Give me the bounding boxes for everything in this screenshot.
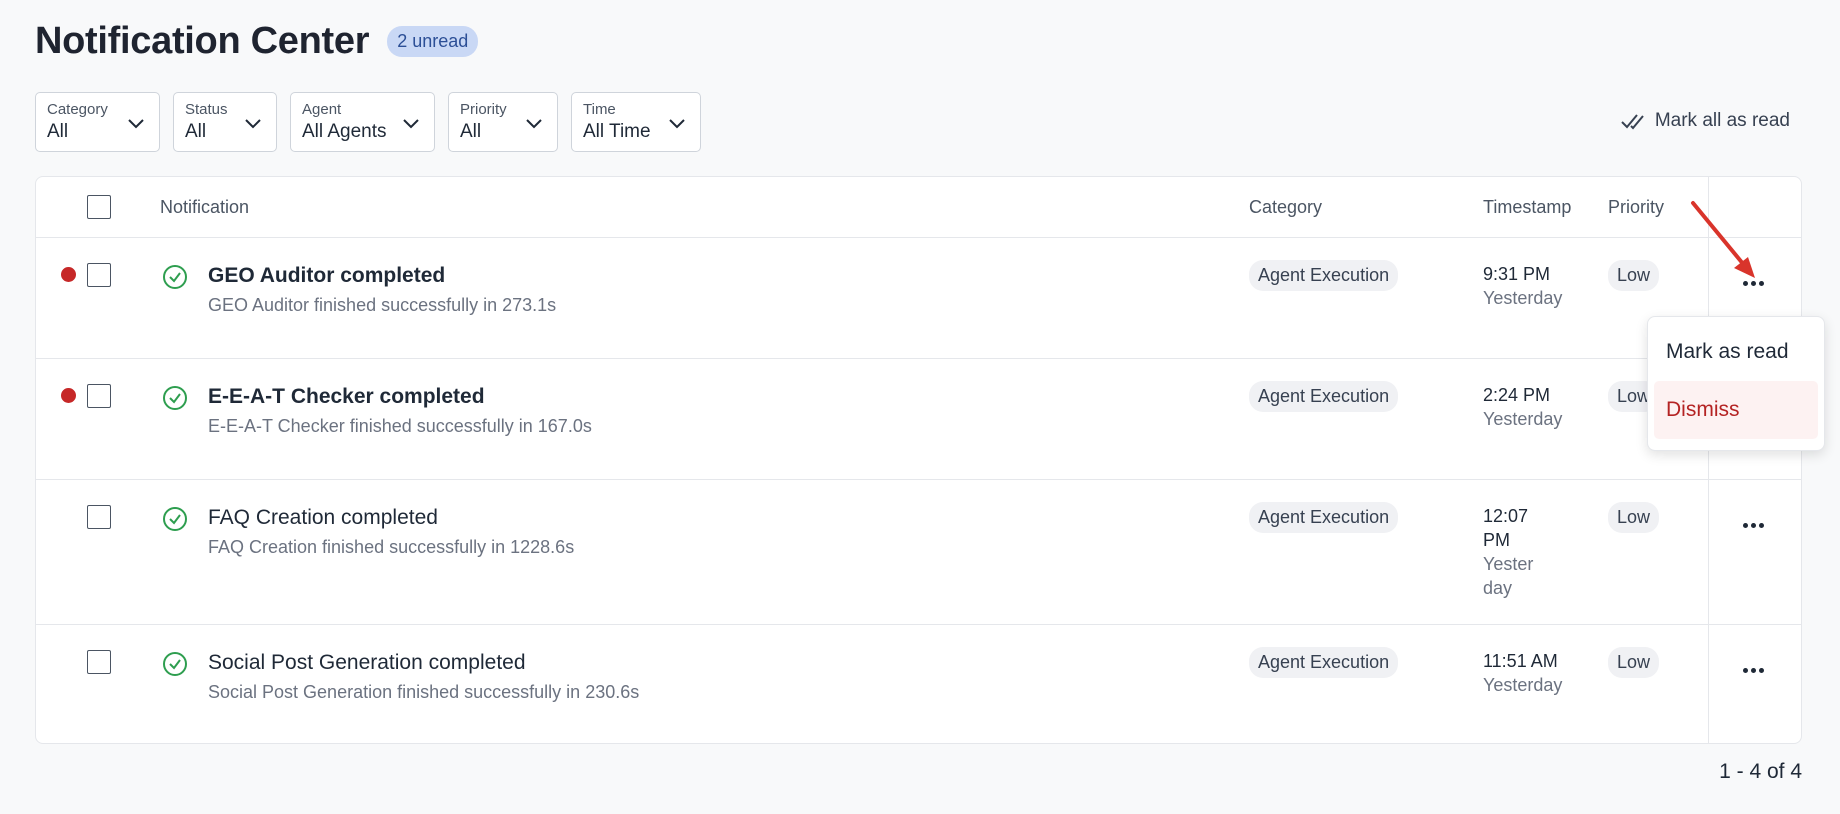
notifications-table: Notification Category Timestamp Priority… <box>35 176 1802 744</box>
timestamp-day: Yesterday <box>1483 554 1534 598</box>
row-actions-menu: Mark as read Dismiss <box>1647 316 1825 451</box>
page-header: Notification Center 2 unread <box>35 20 479 63</box>
table-row[interactable]: E-E-A-T Checker completed E-E-A-T Checke… <box>36 359 1801 480</box>
unread-indicator <box>61 388 76 403</box>
mark-as-read-menu-item[interactable]: Mark as read <box>1654 323 1818 381</box>
row-checkbox[interactable] <box>87 505 111 529</box>
mark-all-read-button[interactable]: Mark all as read <box>1621 110 1790 132</box>
chevron-down-icon <box>669 119 685 129</box>
check-circle-icon <box>163 265 187 289</box>
check-circle-icon <box>163 652 187 676</box>
row-checkbox[interactable] <box>87 263 111 287</box>
priority-badge: Low <box>1608 502 1660 533</box>
notification-subtitle: Social Post Generation finished successf… <box>208 682 640 702</box>
status-filter[interactable]: Status All <box>173 92 277 152</box>
chevron-down-icon <box>128 119 144 129</box>
column-header-priority: Priority <box>1608 197 1665 217</box>
double-check-icon <box>1621 114 1644 130</box>
timestamp-time: 11:51 AM <box>1483 651 1558 671</box>
chevron-down-icon <box>403 119 419 129</box>
category-badge: Agent Execution <box>1249 381 1399 412</box>
timestamp-day: Yesterday <box>1483 675 1563 695</box>
table-row[interactable]: FAQ Creation completed FAQ Creation fini… <box>36 480 1801 625</box>
priority-badge: Low <box>1608 260 1660 291</box>
notification-title: FAQ Creation completed <box>208 506 438 529</box>
timestamp-day: Yesterday <box>1483 409 1563 429</box>
row-actions-button[interactable] <box>1739 273 1769 293</box>
page-title: Notification Center <box>35 20 370 62</box>
column-header-category: Category <box>1249 197 1323 217</box>
notification-subtitle: FAQ Creation finished successfully in 12… <box>208 537 575 557</box>
timestamp: 11:51 AM Yesterday <box>1483 649 1568 697</box>
timestamp: 12:07 PM Yesterday <box>1483 504 1538 600</box>
timestamp-time: 2:24 PM <box>1483 385 1551 405</box>
category-badge: Agent Execution <box>1249 647 1399 678</box>
check-circle-icon <box>163 507 187 531</box>
unread-indicator <box>61 267 76 282</box>
unread-count-badge: 2 unread <box>387 26 479 57</box>
table-row[interactable]: GEO Auditor completed GEO Auditor finish… <box>36 238 1801 359</box>
agent-filter[interactable]: Agent All Agents <box>290 92 435 152</box>
notification-title: E-E-A-T Checker completed <box>208 385 485 408</box>
notification-title: GEO Auditor completed <box>208 264 446 287</box>
category-badge: Agent Execution <box>1249 260 1399 291</box>
notification-subtitle: E-E-A-T Checker finished successfully in… <box>208 416 592 436</box>
priority-filter[interactable]: Priority All <box>448 92 558 152</box>
row-actions-button[interactable] <box>1739 660 1769 680</box>
notification-subtitle: GEO Auditor finished successfully in 273… <box>208 295 557 315</box>
timestamp: 2:24 PM Yesterday <box>1483 383 1568 431</box>
dismiss-menu-item[interactable]: Dismiss <box>1654 381 1818 439</box>
row-actions-button[interactable] <box>1739 515 1769 535</box>
table-row[interactable]: Social Post Generation completed Social … <box>36 625 1801 745</box>
time-filter[interactable]: Time All Time <box>571 92 701 152</box>
timestamp: 9:31 PM Yesterday <box>1483 262 1568 310</box>
check-circle-icon <box>163 386 187 410</box>
priority-badge: Low <box>1608 647 1660 678</box>
column-header-timestamp: Timestamp <box>1483 197 1572 217</box>
column-header-notification: Notification <box>160 197 250 217</box>
filter-bar: Category All Status All Agent All Agents… <box>35 92 701 152</box>
timestamp-time: 12:07 PM <box>1483 506 1529 550</box>
table-header: Notification Category Timestamp Priority <box>36 177 1801 238</box>
select-all-checkbox[interactable] <box>87 195 111 219</box>
timestamp-time: 9:31 PM <box>1483 264 1551 284</box>
notification-title: Social Post Generation completed <box>208 651 526 674</box>
category-badge: Agent Execution <box>1249 502 1399 533</box>
mark-all-read-label: Mark all as read <box>1654 110 1790 131</box>
chevron-down-icon <box>245 119 261 129</box>
pagination-info: 1 - 4 of 4 <box>1719 760 1802 783</box>
timestamp-day: Yesterday <box>1483 288 1563 308</box>
chevron-down-icon <box>526 119 542 129</box>
category-filter[interactable]: Category All <box>35 92 160 152</box>
row-checkbox[interactable] <box>87 650 111 674</box>
row-checkbox[interactable] <box>87 384 111 408</box>
